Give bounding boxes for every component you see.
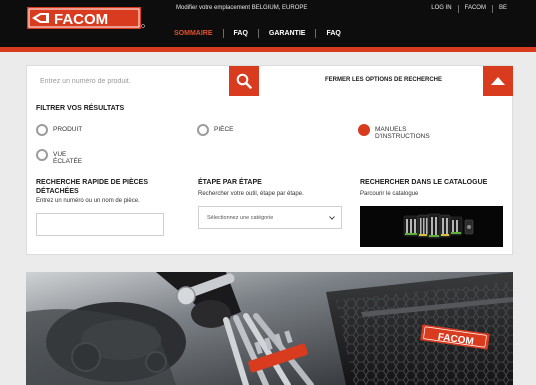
close-search-options-button[interactable]	[483, 66, 513, 96]
step-by-step-description: Rechercher votre outil, étape par étape.	[198, 191, 304, 197]
facom-logo[interactable]: FACOM	[27, 7, 145, 29]
radio-button[interactable]	[36, 149, 48, 161]
site-header: FACOM Modifier votre emplacement BELGIUM…	[0, 0, 536, 52]
filter-option-piece[interactable]: PIÈCE	[197, 124, 278, 136]
filter-option-manuels[interactable]: MANUELS D'INSTRUCTIONS	[358, 124, 439, 140]
chevron-up-icon	[491, 77, 505, 85]
main-nav: SOMMAIRE FAQ GARANTIE FAQ	[174, 29, 341, 38]
change-location-link[interactable]: Modifier votre emplacement BELGIUM, EURO…	[176, 5, 307, 11]
catalog-tools-illustration	[360, 206, 503, 247]
part-search-input[interactable]	[36, 213, 164, 236]
search-button[interactable]	[229, 66, 259, 96]
brand-link[interactable]: FACOM	[465, 5, 486, 13]
hero-illustration: FACOM	[26, 272, 513, 385]
radio-label: MANUELS D'INSTRUCTIONS	[375, 126, 430, 140]
category-select[interactable]: Sélectionnez une catégorie	[198, 206, 342, 229]
search-panel: FERMER LES OPTIONS DE RECHERCHE FILTRER …	[26, 65, 513, 255]
step-by-step-title: ÉTAPE PAR ÉTAPE	[198, 179, 262, 186]
quick-search-description: Entrez un numéro ou un nom de pièce.	[36, 198, 140, 204]
radio-label: VUE ÉCLATÉE	[53, 151, 83, 165]
utility-links: LOG IN FACOM BE	[431, 5, 507, 13]
radio-button[interactable]	[197, 124, 209, 136]
radio-label: PIÈCE	[214, 126, 234, 133]
filter-option-produit[interactable]: PRODUIT	[36, 124, 117, 136]
category-select-value: Sélectionnez une catégorie	[207, 215, 274, 221]
close-search-options-link[interactable]: FERMER LES OPTIONS DE RECHERCHE	[325, 77, 442, 83]
country-link[interactable]: BE	[499, 5, 507, 13]
quick-search-title: RECHERCHE RAPIDE DE PIÈCES DÉTACHÉES	[36, 179, 149, 195]
radio-button[interactable]	[36, 124, 48, 136]
login-link[interactable]: LOG IN	[431, 5, 451, 13]
radio-button-selected[interactable]	[358, 124, 370, 136]
radio-label: PRODUIT	[53, 126, 83, 133]
product-search-input[interactable]	[40, 73, 230, 89]
nav-faq-2[interactable]: FAQ	[326, 30, 340, 37]
filter-title: FILTRER VOS RÉSULTATS	[36, 105, 125, 112]
catalog-image[interactable]	[360, 206, 503, 247]
catalog-description: Parcourir le catalogue	[360, 191, 419, 197]
divider	[491, 5, 493, 13]
divider	[222, 29, 224, 38]
filter-option-vue-eclatee[interactable]: VUE ÉCLATÉE	[36, 149, 85, 165]
header-accent-bar	[0, 47, 536, 52]
catalog-title: RECHERCHER DANS LE CATALOGUE	[360, 179, 488, 186]
chevron-down-icon	[329, 216, 335, 220]
search-icon	[236, 73, 252, 89]
nav-garantie[interactable]: GARANTIE	[269, 30, 306, 37]
divider	[457, 5, 459, 13]
divider	[257, 29, 259, 38]
nav-faq[interactable]: FAQ	[234, 30, 248, 37]
hero-image: FACOM	[26, 272, 513, 385]
divider	[315, 29, 317, 38]
nav-sommaire[interactable]: SOMMAIRE	[174, 30, 213, 37]
logo-wordmark: FACOM	[54, 11, 108, 28]
